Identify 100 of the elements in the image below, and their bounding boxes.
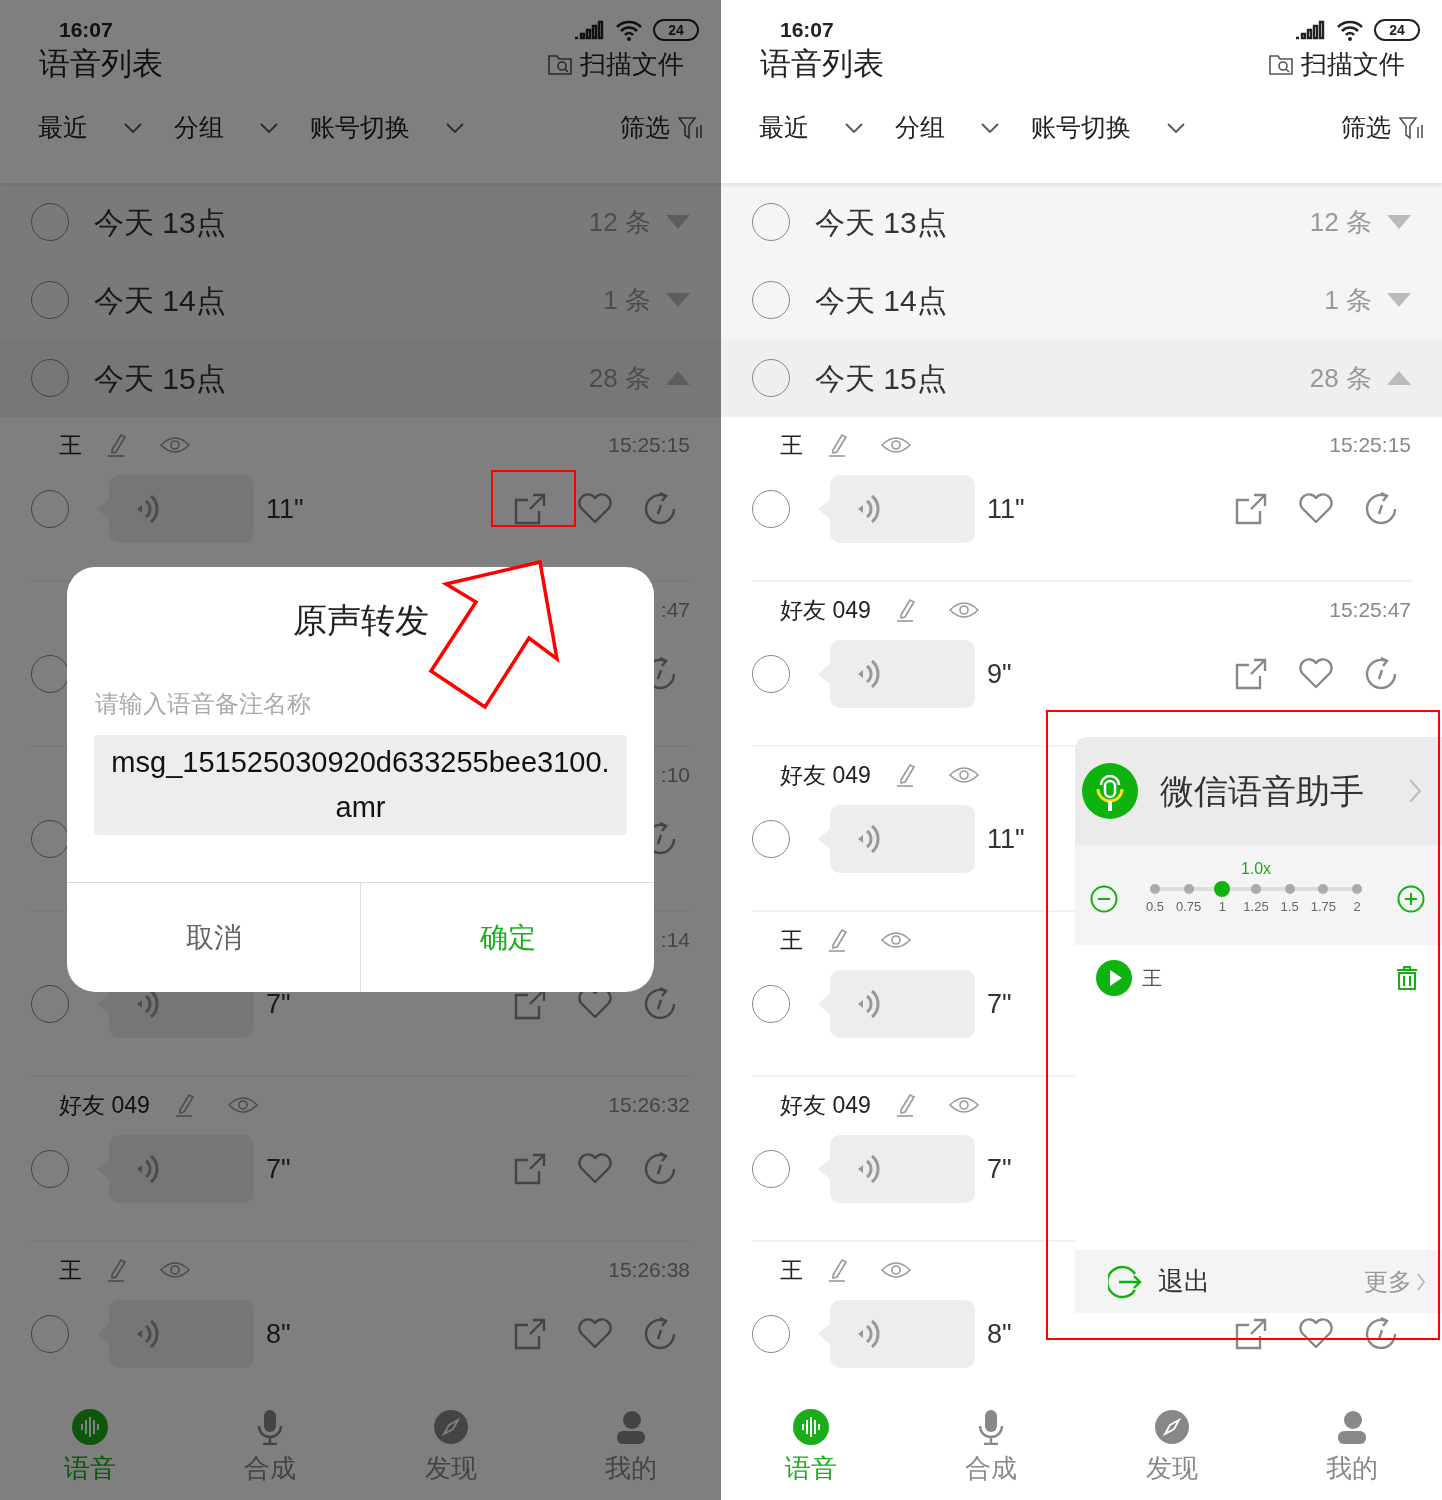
confirm-button[interactable]: 确定 (360, 883, 654, 992)
chevron-down-icon[interactable] (981, 123, 999, 133)
play-icon[interactable] (1096, 959, 1132, 996)
voice-duration: 7" (987, 987, 1012, 1021)
caret-icon[interactable] (1386, 214, 1412, 230)
nav-tab[interactable]: 发现 (360, 1400, 541, 1500)
speed-tick[interactable] (1352, 884, 1362, 894)
pencil-icon[interactable] (827, 1257, 849, 1283)
nav-tab[interactable]: 发现 (1081, 1400, 1262, 1500)
pencil-icon[interactable] (106, 432, 128, 458)
speed-tick[interactable] (1318, 884, 1329, 894)
page-title: 语音列表 (39, 45, 163, 83)
group-count: 1 条 (1324, 283, 1372, 317)
speed-tick-label: 0.5 (1145, 898, 1165, 916)
filter-dropdown[interactable]: 最近 (759, 109, 863, 147)
eye-icon[interactable] (881, 930, 911, 950)
caret-icon[interactable] (665, 370, 691, 386)
compass-icon[interactable] (432, 1409, 469, 1445)
contact-name: 好友 049 (780, 1090, 871, 1120)
voice-duration: 8" (987, 1317, 1012, 1351)
pencil-icon[interactable] (106, 1257, 128, 1283)
eye-icon[interactable] (948, 765, 979, 785)
chevron-right-icon[interactable] (1408, 778, 1422, 804)
pencil-icon[interactable] (173, 1092, 196, 1118)
eye-icon[interactable] (160, 1260, 190, 1280)
pencil-icon[interactable] (827, 432, 849, 458)
panel-header[interactable]: 微信语音助手 (1075, 737, 1442, 845)
group-header[interactable]: 今天 13点 12 条 (721, 183, 1442, 261)
chevron-down-icon[interactable] (1167, 123, 1185, 133)
filter-icon (678, 116, 702, 140)
voice-duration: 11" (987, 822, 1025, 856)
speed-tick-label: 0.75 (1176, 898, 1202, 916)
caret-icon[interactable] (1386, 292, 1412, 308)
exit-icon (1108, 1264, 1142, 1299)
filter-button[interactable]: 筛选 (620, 109, 702, 147)
filter-dropdown[interactable]: 分组 (895, 109, 999, 147)
trash-icon[interactable] (1396, 964, 1418, 991)
speed-tick[interactable] (1251, 884, 1261, 894)
timestamp: :47 (660, 597, 690, 624)
chevron-down-icon[interactable] (260, 123, 278, 133)
pencil-icon[interactable] (827, 927, 849, 953)
sound-wave-icon[interactable] (72, 1409, 109, 1445)
timestamp: 15:26:32 (608, 1092, 690, 1119)
filter-dropdown[interactable]: 分组 (174, 109, 278, 147)
microphone-logo-icon (1082, 763, 1138, 819)
eye-icon[interactable] (160, 435, 190, 455)
pencil-icon[interactable] (894, 597, 917, 623)
filter-dropdown[interactable]: 账号切换 (1031, 109, 1185, 147)
battery-indicator: 24 (1374, 19, 1420, 41)
chevron-right-icon (1416, 1271, 1426, 1292)
nav-tab[interactable]: 我的 (1261, 1400, 1442, 1500)
group-label: 今天 15点 (815, 360, 947, 397)
scan-files-button[interactable]: 扫描文件 (1269, 44, 1405, 84)
contact-name: 王 (780, 1255, 803, 1285)
eye-icon[interactable] (948, 1095, 979, 1115)
scan-files-button[interactable]: 扫描文件 (548, 44, 684, 84)
filter-dropdown[interactable]: 账号切换 (310, 109, 464, 147)
eye-icon[interactable] (227, 1095, 258, 1115)
exit-button[interactable]: 退出 (1098, 1262, 1210, 1301)
chevron-down-icon[interactable] (124, 123, 142, 133)
minus-icon[interactable] (1090, 885, 1118, 913)
filter-dropdown[interactable]: 最近 (38, 109, 142, 147)
sound-wave-icon[interactable] (793, 1409, 830, 1445)
status-time: 16:07 (59, 18, 113, 42)
eye-icon[interactable] (881, 1260, 911, 1280)
speed-slider[interactable]: 0.5 0.75 1 1.25 1.5 1.75 2 (1143, 879, 1369, 923)
dialog-title: 原声转发 (291, 600, 430, 641)
eye-icon[interactable] (948, 600, 979, 620)
speed-tick[interactable] (1284, 884, 1295, 894)
chevron-down-icon[interactable] (446, 123, 464, 133)
group-header[interactable]: 今天 14点 1 条 (721, 261, 1442, 339)
more-button[interactable]: 更多 (1364, 1263, 1426, 1300)
status-time: 16:07 (780, 18, 834, 42)
folder-search-icon (1269, 53, 1293, 75)
timestamp: :10 (660, 762, 690, 789)
timestamp: :14 (660, 927, 690, 954)
plus-icon[interactable] (1397, 885, 1425, 913)
field-label: 请输入语音备注名称 (95, 689, 312, 719)
chevron-down-icon[interactable] (845, 123, 863, 133)
contact-name: 好友 049 (780, 760, 871, 790)
pencil-icon[interactable] (894, 1092, 917, 1118)
pencil-icon[interactable] (894, 762, 917, 788)
eye-icon[interactable] (881, 435, 911, 455)
compass-icon[interactable] (1153, 1409, 1190, 1445)
caret-icon[interactable] (665, 292, 691, 308)
nav-tab[interactable]: 语音 (721, 1400, 902, 1500)
nav-tab[interactable]: 合成 (901, 1400, 1082, 1500)
filter-button[interactable]: 筛选 (1341, 109, 1423, 147)
caret-icon[interactable] (1386, 370, 1412, 386)
speed-tick[interactable] (1214, 881, 1231, 897)
speed-tick[interactable] (1150, 884, 1160, 894)
speed-tick[interactable] (1183, 884, 1194, 894)
input-field[interactable]: msg_151525030920d633255bee3100.amr (94, 735, 627, 835)
speed-tick-label: 1.75 (1310, 898, 1336, 916)
group-header[interactable]: 今天 15点 28 条 (721, 339, 1442, 417)
nav-tab[interactable]: 我的 (540, 1400, 721, 1500)
nav-tab[interactable]: 合成 (180, 1400, 361, 1500)
wifi-icon (1336, 19, 1364, 41)
caret-icon[interactable] (665, 214, 691, 230)
group-count: 28 条 (1309, 361, 1372, 395)
